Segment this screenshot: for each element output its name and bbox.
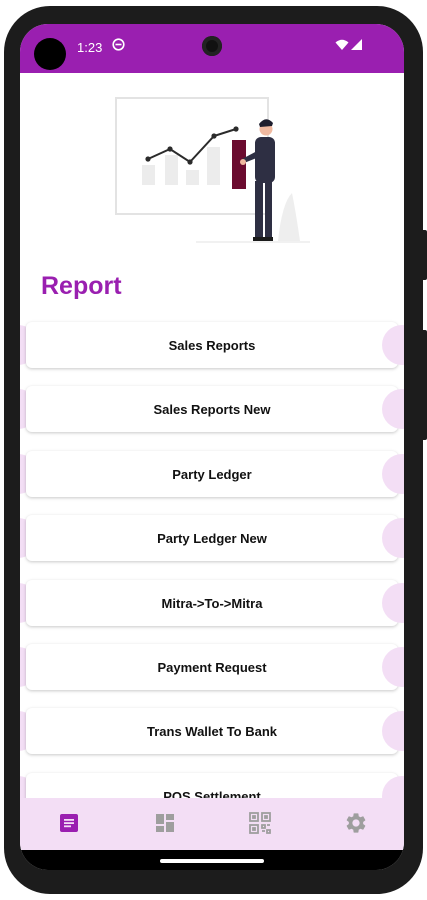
report-item-label: Party Ledger [172, 466, 252, 482]
page-title: Report [41, 272, 122, 300]
no-disturb-icon [112, 38, 125, 56]
report-screen: Report Sales Reports Sales Reports New Par… [20, 73, 404, 798]
report-item-label: Sales Reports [168, 337, 256, 353]
report-item-label: Party Ledger New [157, 530, 267, 546]
gesture-handle[interactable] [160, 859, 264, 863]
report-item-card[interactable]: POS Settlement [26, 773, 398, 798]
report-item-card[interactable]: Party Ledger [26, 451, 398, 497]
status-time: 1:23 [77, 40, 103, 55]
report-item-card[interactable]: Payment Request [26, 644, 398, 690]
report-item-card[interactable]: Sales Reports New [26, 386, 398, 432]
camera-lens [202, 36, 222, 56]
report-item-label: Trans Wallet To Bank [146, 723, 278, 739]
report-item-label: Payment Request [157, 659, 267, 675]
signal-icon [350, 38, 363, 56]
settings-icon[interactable] [344, 811, 368, 835]
report-item-label: Sales Reports New [153, 401, 271, 417]
report-item-label: Mitra->To->Mitra [161, 595, 263, 611]
report-item-card[interactable]: Sales Reports [26, 322, 398, 368]
report-item-card[interactable]: Trans Wallet To Bank [26, 708, 398, 754]
front-camera-hole [34, 38, 66, 70]
report-icon[interactable] [57, 811, 81, 835]
screen: 1:23 Report Sales Reports Sales Reports … [20, 24, 404, 870]
power-button [423, 230, 427, 280]
bottom-navigation [20, 798, 404, 850]
volume-button [423, 330, 427, 440]
report-illustration [115, 97, 310, 243]
report-item-card[interactable]: Party Ledger New [26, 515, 398, 561]
wifi-icon [335, 38, 349, 56]
report-item-label: POS Settlement [163, 788, 261, 799]
dashboard-icon[interactable] [153, 811, 177, 835]
status-bar: 1:23 [20, 24, 404, 73]
qr-code-icon[interactable] [248, 811, 272, 835]
report-item-card[interactable]: Mitra->To->Mitra [26, 580, 398, 626]
